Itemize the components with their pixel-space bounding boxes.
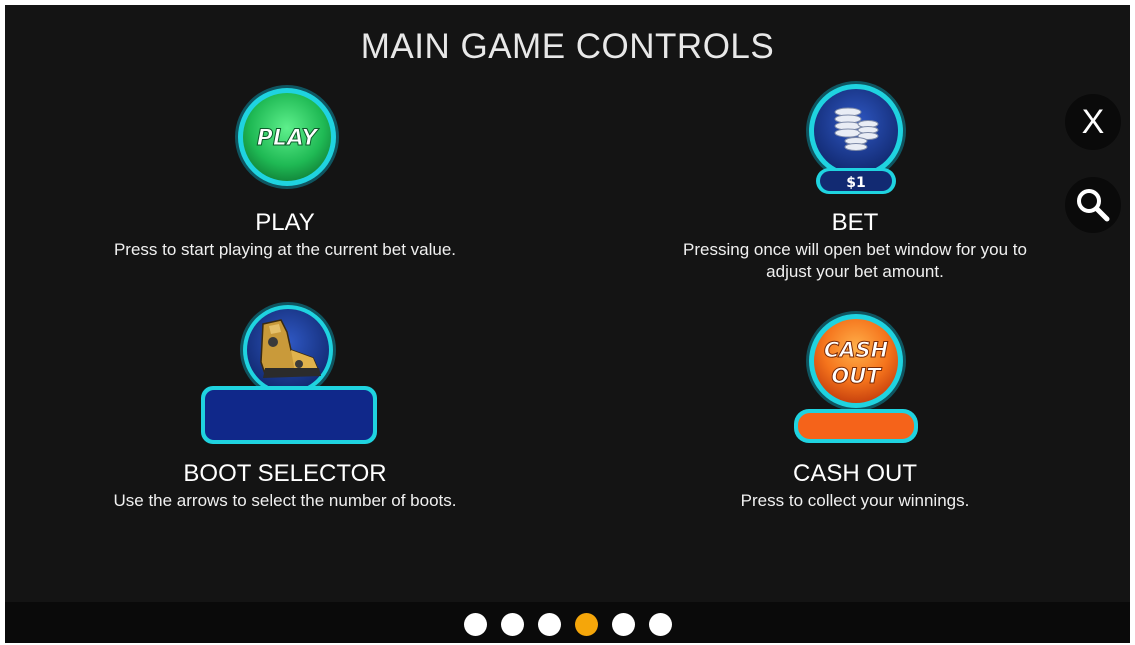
bet-section: BET Pressing once will open bet window f… bbox=[615, 209, 1095, 283]
page-dot-active[interactable] bbox=[574, 613, 598, 636]
pagination bbox=[5, 613, 1130, 637]
magnifier-icon bbox=[1077, 189, 1110, 222]
boot-selector-name: BOOT SELECTOR bbox=[183, 460, 387, 487]
page-dot[interactable] bbox=[648, 613, 672, 636]
play-icon-label: PLAY bbox=[257, 126, 320, 151]
play-desc: Press to start playing at the current be… bbox=[113, 240, 457, 259]
play-button-icon: PLAY bbox=[232, 82, 342, 197]
boot-selector-icon bbox=[195, 302, 381, 453]
close-button[interactable]: X bbox=[1065, 94, 1121, 150]
cash-out-desc: Press to collect your winnings. bbox=[740, 491, 970, 510]
play-section: PLAY Press to start playing at the curre… bbox=[35, 209, 535, 261]
cash-out-icon-line1: CASH bbox=[824, 338, 889, 362]
cash-out-icon-line2: OUT bbox=[831, 364, 882, 388]
cash-out-section: CASH OUT Press to collect your winnings. bbox=[605, 460, 1105, 512]
bet-value-label: $1 bbox=[846, 175, 865, 191]
close-icon: X bbox=[1081, 102, 1105, 141]
bet-button-icon: $1 bbox=[800, 79, 912, 206]
cash-out-icon: CASH OUT bbox=[790, 311, 922, 448]
play-name: PLAY bbox=[255, 209, 315, 236]
page-dot[interactable] bbox=[537, 613, 561, 636]
bet-name: BET bbox=[831, 209, 879, 236]
help-panel: MAIN GAME CONTROLS PLAY PLAY Press to st… bbox=[5, 5, 1130, 643]
page-dot[interactable] bbox=[611, 613, 635, 636]
page-dot[interactable] bbox=[500, 613, 524, 636]
boot-selector-desc: Use the arrows to select the number of b… bbox=[113, 491, 457, 510]
cash-out-name: CASH OUT bbox=[792, 460, 917, 487]
page-dot[interactable] bbox=[463, 613, 487, 636]
page-title: MAIN GAME CONTROLS bbox=[360, 27, 775, 66]
bet-desc-line2: adjust your bet amount. bbox=[766, 262, 944, 281]
zoom-button[interactable] bbox=[1065, 177, 1121, 233]
bet-desc-line1: Pressing once will open bet window for y… bbox=[683, 240, 1027, 259]
boot-selector-section: BOOT SELECTOR Use the arrows to select t… bbox=[35, 460, 535, 512]
